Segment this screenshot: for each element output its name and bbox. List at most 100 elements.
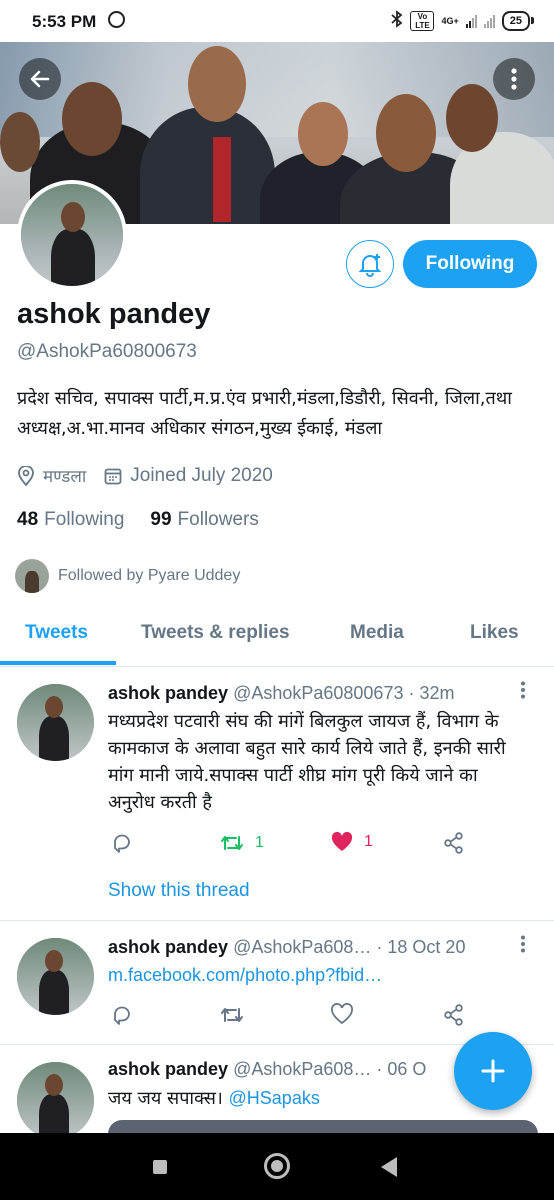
more-vertical-icon: [521, 681, 525, 699]
tab-likes[interactable]: Likes: [470, 622, 519, 644]
tweet-header: ashok pandey @AshokPa60800673 · 32m: [108, 683, 454, 704]
banner-face: [0, 112, 40, 172]
share-button[interactable]: [442, 1003, 466, 1027]
followers-count: 99: [150, 509, 172, 530]
more-options-button[interactable]: [493, 58, 535, 100]
reply-button[interactable]: [110, 831, 134, 855]
retweet-button[interactable]: 1: [219, 831, 264, 855]
avatar-face: [45, 696, 63, 718]
volte-icon: Vo LTE: [410, 10, 435, 31]
tweet-mention[interactable]: @HSapaks: [229, 1088, 320, 1108]
followers-label: Followers: [177, 509, 259, 530]
followed-by-text: Followed by Pyare Uddey: [58, 567, 241, 584]
avatar-body: [51, 229, 95, 286]
back-nav-button[interactable]: [381, 1157, 397, 1177]
banner-face: [298, 102, 348, 166]
following-count: 48: [17, 509, 39, 530]
banner-face: [446, 84, 498, 152]
banner-person: [140, 107, 275, 224]
more-vertical-icon: [511, 68, 517, 90]
tweet-author-avatar[interactable]: [17, 684, 94, 761]
reply-icon: [114, 1006, 130, 1025]
profile-avatar[interactable]: [17, 180, 127, 290]
tweet-menu-button[interactable]: [520, 935, 526, 958]
heart-filled-icon: [331, 831, 353, 851]
signal-icon: [465, 14, 477, 28]
like-button[interactable]: [330, 1003, 354, 1025]
tab-tweets-and-replies[interactable]: Tweets & replies: [141, 622, 290, 644]
retweet-button[interactable]: [219, 1003, 245, 1027]
compose-tweet-button[interactable]: [454, 1032, 532, 1110]
followers-count-link[interactable]: 99 Followers: [150, 509, 258, 531]
profile-name: ashok pandey: [17, 298, 211, 330]
tweet-actions: 1 1: [108, 831, 478, 859]
following-count-link[interactable]: 48 Following: [17, 509, 124, 531]
reply-button[interactable]: [110, 1003, 134, 1027]
arrow-left-icon: [30, 70, 50, 88]
tweet-header: ashok pandey @AshokPa608… · 06 O: [108, 1059, 426, 1080]
more-vertical-icon: [521, 935, 525, 953]
tab-tweets[interactable]: Tweets: [25, 622, 88, 644]
following-button[interactable]: Following: [403, 240, 537, 288]
battery-icon: 25: [501, 10, 535, 31]
status-icons: Vo LTE 4G+ 25: [391, 10, 535, 31]
retweet-icon: [221, 836, 243, 850]
calendar-icon: [104, 468, 122, 484]
like-button[interactable]: 1: [330, 831, 373, 853]
tweet-handle-time: @AshokPa60800673 · 32m: [233, 683, 455, 703]
back-button[interactable]: [19, 58, 61, 100]
profile-location: मण्डला: [43, 467, 87, 487]
banner-face: [188, 46, 246, 122]
following-label: Following: [44, 509, 125, 530]
like-count: 1: [364, 833, 373, 850]
share-button[interactable]: [442, 831, 466, 855]
location-pin-icon: [18, 465, 34, 486]
avatar-face: [61, 202, 85, 232]
status-time: 5:53 PM: [32, 12, 97, 31]
tweet-text: मध्यप्रदेश पटवारी संघ की मांगें बिलकुल ज…: [108, 711, 506, 813]
profile-tabs: Tweets Tweets & replies Media Likes: [0, 610, 554, 667]
status-bar: 5:53 PM Vo LTE 4G+ 25: [0, 0, 554, 42]
avatar-body: [39, 716, 69, 761]
follower-avatar: [15, 559, 49, 593]
share-icon: [444, 1004, 463, 1026]
tweet-handle-time: @AshokPa608… · 06 O: [233, 1059, 427, 1079]
tweet-item[interactable]: ashok pandey @AshokPa60800673 · 32m मध्य…: [0, 667, 554, 921]
profile-joined-date: Joined July 2020: [130, 464, 273, 486]
show-thread-link[interactable]: Show this thread: [108, 880, 250, 902]
retweet-count: 1: [255, 834, 264, 851]
avatar-face: [45, 950, 63, 972]
bluetooth-icon: [391, 10, 403, 31]
tweet-author-name[interactable]: ashok pandey: [108, 683, 228, 703]
home-button[interactable]: [264, 1153, 290, 1179]
banner-tie: [213, 137, 231, 222]
battery-level: 25: [509, 14, 522, 27]
avatar-body: [39, 970, 69, 1015]
banner-face: [62, 82, 122, 156]
bell-plus-icon: [358, 254, 382, 277]
follower-avatar-figure: [25, 571, 39, 593]
banner-face: [376, 94, 436, 172]
plus-icon: [481, 1059, 505, 1083]
tweet-author-name[interactable]: ashok pandey: [108, 937, 228, 957]
tab-media[interactable]: Media: [350, 622, 404, 644]
tweet-link[interactable]: m.facebook.com/photo.php?fbid…: [108, 962, 528, 989]
alarm-icon: [108, 11, 125, 28]
tweet-author-name[interactable]: ashok pandey: [108, 1059, 228, 1079]
tweet-text: जय जय सपाक्स।: [108, 1088, 229, 1109]
avatar-face: [45, 1074, 63, 1096]
profile-handle: @AshokPa60800673: [17, 341, 197, 362]
signal-icon-2: [483, 14, 495, 28]
tweet-author-avatar[interactable]: [17, 938, 94, 1015]
tweet-menu-button[interactable]: [520, 681, 526, 704]
network-label: 4G+: [441, 15, 459, 26]
notifications-bell-button[interactable]: [346, 240, 394, 288]
profile-bio: प्रदेश सचिव, सपाक्स पार्टी,म.प्र.एंव प्र…: [17, 388, 512, 439]
share-icon: [444, 832, 463, 854]
tweet-author-avatar[interactable]: [17, 1062, 94, 1139]
tweet-actions: [108, 1003, 478, 1031]
followed-by-row[interactable]: Followed by Pyare Uddey: [15, 559, 240, 593]
recent-apps-button[interactable]: [153, 1160, 167, 1174]
reply-icon: [114, 834, 130, 853]
tweet-item[interactable]: ashok pandey @AshokPa608… · 18 Oct 20 m.…: [0, 921, 554, 1045]
